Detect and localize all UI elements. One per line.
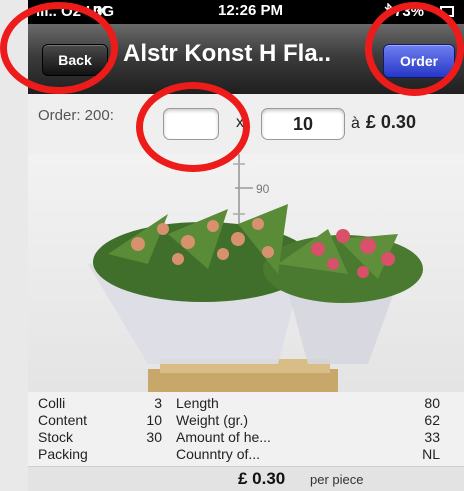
detail-label: Content [38,412,88,428]
detail-value: NL [422,446,440,462]
product-details: Colli 3 Length 80 Content 10 Weight (gr.… [28,392,464,466]
detail-label: Stock [38,429,74,445]
ruler-label: 90 [256,182,270,196]
page-title: Alstr Konst H Fla.. [123,40,332,67]
detail-row: Packing Counntry of... NL [28,446,464,462]
detail-label: Packing [38,446,88,462]
detail-label: Amount of he... [176,429,271,445]
price-unit-label: per piece [310,472,364,487]
detail-value: 10 [146,412,162,428]
units-per-pack-field[interactable]: 10 [261,108,345,140]
battery-percent: 73% [394,3,425,20]
flower-bouquet-illustration: 90 [88,154,423,392]
detail-value: 33 [424,429,440,445]
unit-price: à £ 0.30 [351,112,416,133]
detail-label: Length [176,395,219,411]
status-bar: ııı.. O2-UK 3G 12:26 PM 73% [28,0,464,24]
price-footer: £ 0.30 per piece [28,466,464,491]
network-type: 3G [94,3,115,20]
product-photo: 90 [28,154,464,392]
detail-row: Colli 3 Length 80 [28,395,464,411]
quantity-input[interactable] [163,108,219,140]
detail-value: 80 [424,395,440,411]
price-per-piece: £ 0.30 [238,469,286,488]
order-form: Order: 200: x 10 à £ 0.30 [28,94,464,155]
back-button[interactable]: Back [42,44,108,76]
times-sign: x [236,114,244,131]
detail-value: 30 [146,429,162,445]
navigation-bar: Back Alstr Konst H Fla.. Order [28,24,464,94]
detail-label: Colli [38,395,66,411]
price-value: £ 0.30 [365,112,416,132]
order-button[interactable]: Order [383,44,455,78]
detail-label: Weight (gr.) [176,412,249,428]
clock: 12:26 PM [218,2,284,19]
detail-row: Content 10 Weight (gr.) 62 [28,412,464,428]
order-label: Order: 200: [38,107,114,124]
detail-value: 62 [424,412,440,428]
detail-label: Counntry of... [176,446,261,462]
detail-row: Stock 30 Amount of he... 33 [28,429,464,445]
bluetooth-icon [384,2,392,21]
price-prefix: à [351,115,360,132]
battery-icon [440,6,454,17]
detail-value: 3 [154,395,162,411]
